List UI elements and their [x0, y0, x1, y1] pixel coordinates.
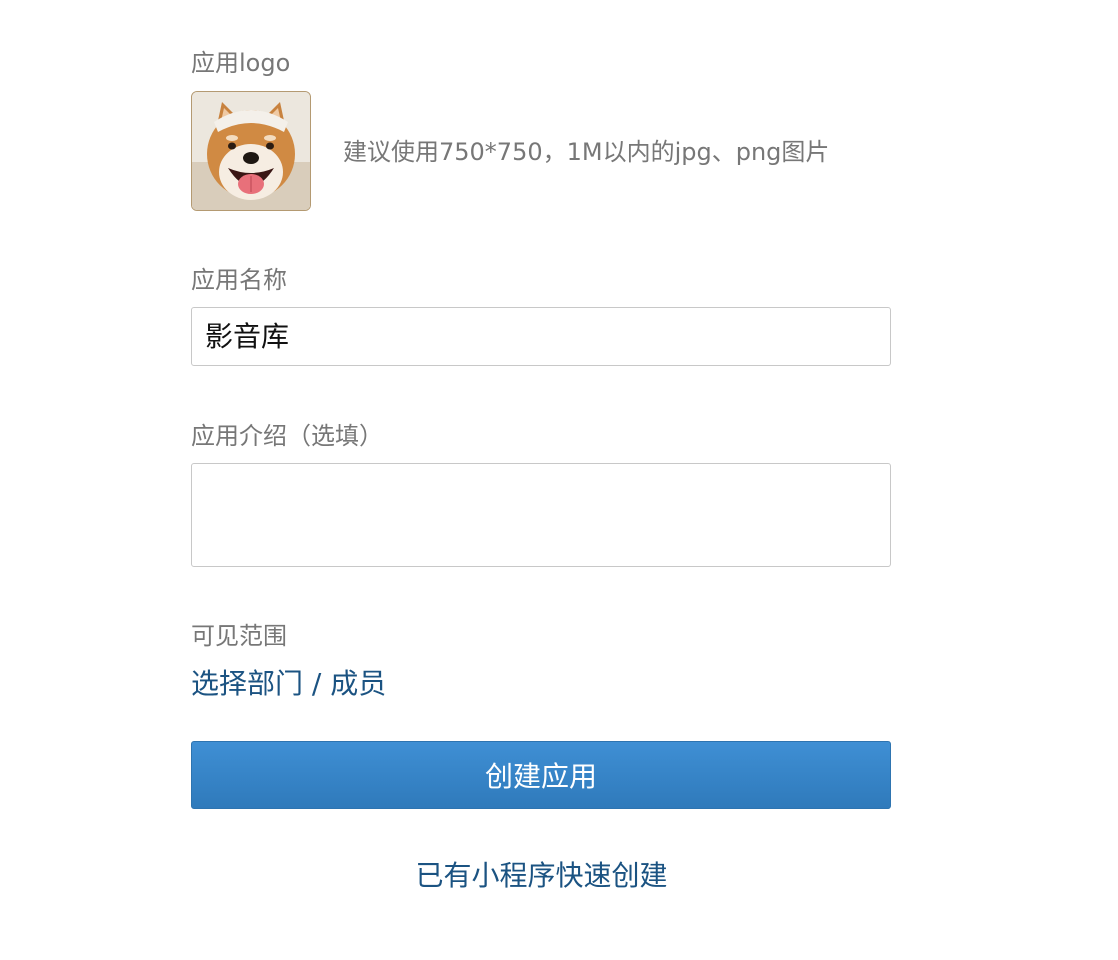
select-members-link[interactable]: 选择部门 / 成员 [191, 667, 386, 701]
app-name-input[interactable]: 影音库 [191, 307, 891, 366]
app-name-label: 应用名称 [191, 266, 287, 294]
mini-program-quick-create-link[interactable]: 已有小程序快速创建 [0, 859, 1083, 893]
app-description-label: 应用介绍（选填） [191, 422, 383, 450]
visibility-label: 可见范围 [191, 622, 287, 650]
create-app-button[interactable]: 创建应用 [191, 741, 891, 809]
create-app-button-label: 创建应用 [484, 760, 597, 793]
app-logo-upload[interactable] [191, 91, 311, 211]
logo-label: 应用logo [191, 49, 291, 77]
app-name-value: 影音库 [205, 320, 290, 353]
app-description-input[interactable] [191, 463, 891, 567]
logo-hint: 建议使用750*750，1M以内的jpg、png图片 [343, 138, 830, 166]
shiba-dog-avatar-icon [192, 92, 310, 210]
